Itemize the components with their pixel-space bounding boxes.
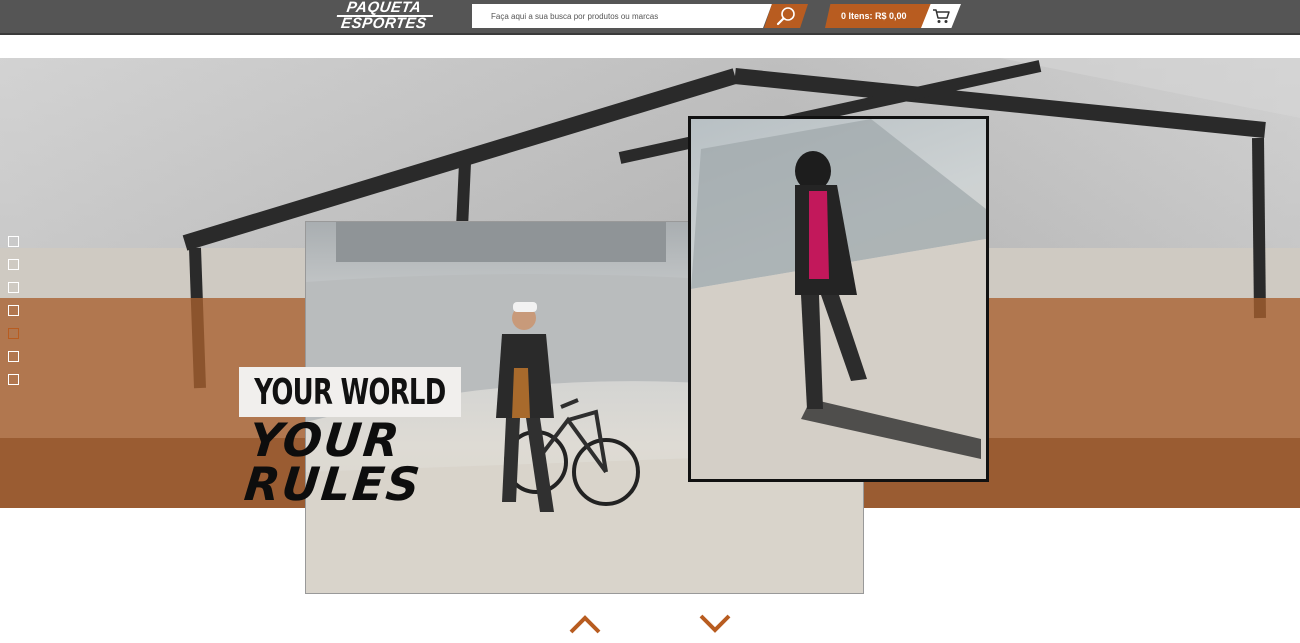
brand-logo[interactable]: PAQUETA ESPORTES xyxy=(334,0,434,32)
slider-dot-active[interactable] xyxy=(8,328,19,339)
logo-line-2: ESPORTES xyxy=(334,15,434,32)
slider-dot[interactable] xyxy=(8,305,19,316)
cart-icon xyxy=(933,9,950,23)
slider-dot[interactable] xyxy=(8,236,19,247)
search-bar xyxy=(472,4,810,28)
logo-line-1: PAQUETA xyxy=(345,0,423,16)
hero-tagline: YOUR RULES xyxy=(241,413,451,511)
slider-dots xyxy=(8,236,22,397)
slider-dot[interactable] xyxy=(8,282,19,293)
chevron-up-icon xyxy=(569,615,601,634)
slider-dot[interactable] xyxy=(8,259,19,270)
hero-headline: YOUR WORLD xyxy=(254,371,446,413)
walker-illustration xyxy=(691,119,986,479)
cart-area: 0 Itens: R$ 0,00 xyxy=(825,4,963,28)
top-bar: PAQUETA ESPORTES 0 Itens: R$ 0,00 xyxy=(0,0,1300,35)
search-input[interactable] xyxy=(472,4,772,28)
scroll-up-button[interactable] xyxy=(567,612,603,636)
tagline-line-2: RULES xyxy=(241,457,425,511)
headline-box: YOUR WORLD xyxy=(239,367,461,417)
chevron-down-icon xyxy=(699,614,731,633)
tagline-line-1: YOUR xyxy=(246,413,404,467)
photo-walker xyxy=(688,116,989,482)
slider-dot[interactable] xyxy=(8,374,19,385)
scroll-down-button[interactable] xyxy=(697,612,733,636)
cart-summary[interactable]: 0 Itens: R$ 0,00 xyxy=(825,4,933,28)
slider-dot[interactable] xyxy=(8,351,19,362)
search-icon xyxy=(776,7,795,26)
